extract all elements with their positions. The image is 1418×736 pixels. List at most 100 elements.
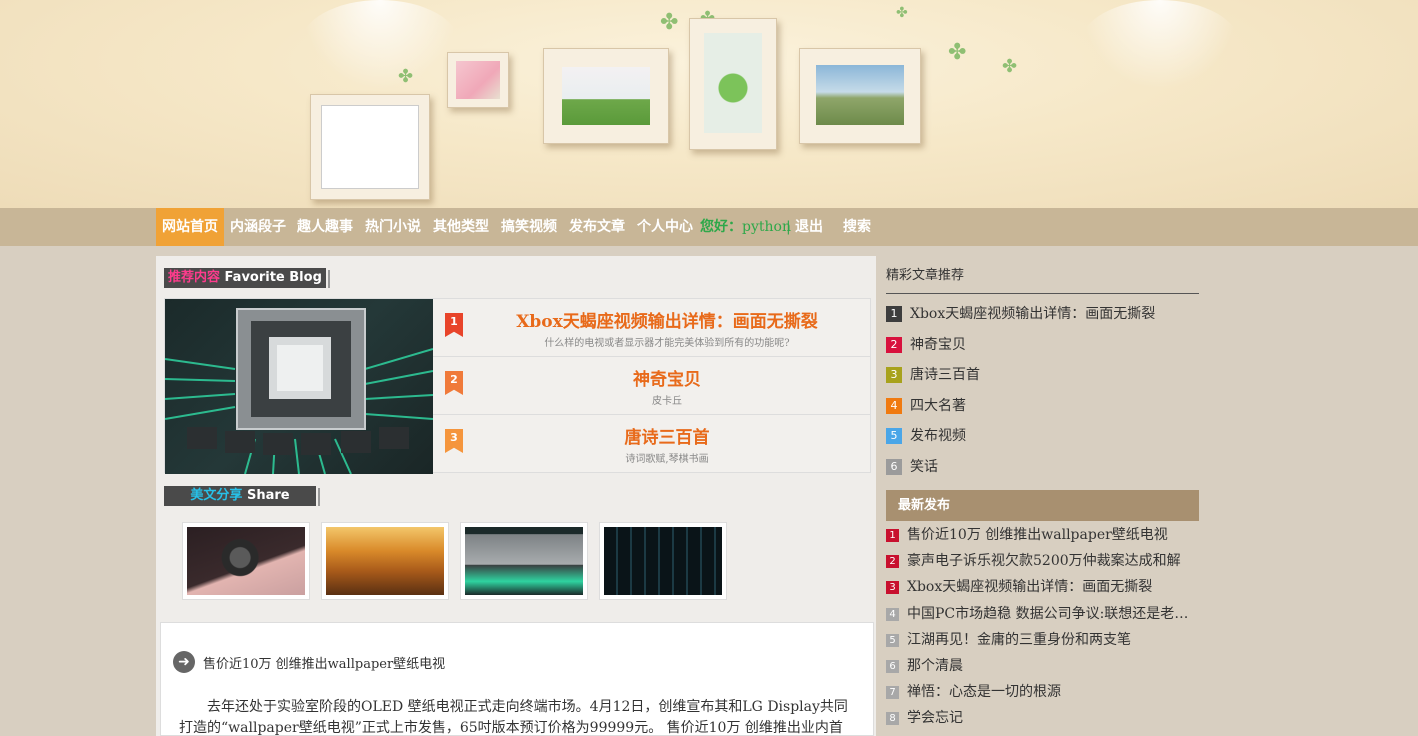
main-nav: 网站首页 内涵段子 趣人趣事 热门小说 其他类型 搞笑视频 发布文章 个人中心 … [0, 208, 1418, 246]
hot-article-item[interactable]: 6 笑话 [886, 456, 1206, 476]
header-banner: ✤ ✤ ✤ ✤ ✤ ✤ [0, 0, 1418, 208]
favorite-list: 1 Xbox天蝎座视频输出详情：画面无撕裂 什么样的电视或者显示器才能完美体验到… [433, 299, 871, 474]
lamp-glow-right [1080, 0, 1240, 90]
rank-number: 6 [886, 660, 899, 673]
nav-neihan[interactable]: 内涵段子 [230, 208, 286, 246]
greeting-label: 您好： [700, 219, 742, 235]
hot-article-title[interactable]: 神奇宝贝 [910, 337, 966, 353]
favorite-item-title[interactable]: 神奇宝贝 [463, 365, 871, 390]
rank-number: 4 [886, 397, 902, 414]
latest-article-title[interactable]: Xbox天蝎座视频输出详情：画面无撕裂 [907, 579, 1152, 595]
hot-article-item[interactable]: 5 发布视频 [886, 425, 1206, 445]
nav-profile[interactable]: 个人中心 [637, 208, 693, 246]
share-title-cn: 美文分享 [190, 488, 243, 503]
share-title-en: Share [246, 488, 290, 503]
nav-publish[interactable]: 发布文章 [569, 208, 625, 246]
search-link[interactable]: 搜索 [843, 208, 871, 246]
favorite-title-cn: 推荐内容 [168, 270, 221, 285]
clover-decoration: ✤ [1002, 56, 1018, 77]
nav-quren[interactable]: 趣人趣事 [297, 208, 353, 246]
latest-article-item[interactable]: 8 学会忘记 [886, 707, 1199, 727]
share-thumbnail[interactable] [182, 522, 310, 600]
username: python [742, 219, 791, 235]
lamp-glow-left [300, 0, 460, 90]
share-thumbnail[interactable] [460, 522, 588, 600]
latest-article-item[interactable]: 7 禅悟：心态是一切的根源 [886, 681, 1199, 701]
favorite-section-title: 推荐内容 Favorite Blog [164, 268, 330, 288]
nav-novel[interactable]: 热门小说 [365, 208, 421, 246]
hot-article-title[interactable]: 笑话 [910, 459, 938, 475]
featured-image[interactable] [165, 299, 433, 474]
rank-number: 3 [886, 367, 902, 384]
picture-frame [310, 94, 430, 200]
share-section-title: 美文分享 Share [164, 486, 320, 506]
picture-frame [447, 52, 509, 108]
clover-decoration: ✤ [896, 5, 908, 21]
nav-separator: | [786, 219, 791, 235]
hot-article-title[interactable]: 四大名著 [910, 398, 966, 414]
rank-number: 2 [886, 555, 899, 569]
latest-article-item[interactable]: 1 售价近10万 创维推出wallpaper壁纸电视 [886, 524, 1199, 544]
article-body: 去年还处于实验室阶段的OLED 壁纸电视正式走向终端市场。4月12日，创维宣布其… [179, 699, 848, 736]
hot-article-title[interactable]: 唐诗三百首 [910, 367, 980, 383]
clover-decoration: ✤ [398, 66, 414, 87]
latest-article-title[interactable]: 禅悟：心态是一切的根源 [907, 684, 1061, 700]
hot-article-item[interactable]: 1 Xbox天蝎座视频输出详情：画面无撕裂 [886, 303, 1206, 323]
rank-number: 4 [886, 607, 899, 621]
arrow-right-icon[interactable]: ➜ [173, 651, 195, 673]
favorite-item-subtitle: 什么样的电视或者显示器才能完美体验到所有的功能呢? [544, 338, 790, 349]
latest-article-item[interactable]: 3 Xbox天蝎座视频输出详情：画面无撕裂 [886, 576, 1199, 596]
favorite-item[interactable]: 3 唐诗三百首 诗词歌赋,琴棋书画 [433, 415, 871, 473]
favorite-item[interactable]: 2 神奇宝贝 皮卡丘 [433, 357, 871, 415]
hot-articles-title: 精彩文章推荐 [886, 264, 1199, 294]
sidebar: 精彩文章推荐 1 Xbox天蝎座视频输出详情：画面无撕裂 2 神奇宝贝 3 唐诗三百首 4 四… [876, 246, 1418, 736]
latest-title: 最新发布 [886, 490, 1199, 521]
latest-article-title[interactable]: 学会忘记 [907, 710, 963, 726]
nav-other[interactable]: 其他类型 [433, 208, 489, 246]
rank-number: 5 [886, 633, 899, 647]
nav-home[interactable]: 网站首页 [156, 208, 224, 246]
share-thumbnail[interactable] [599, 522, 727, 600]
hot-article-item[interactable]: 3 唐诗三百首 [886, 364, 1206, 384]
nav-video[interactable]: 搞笑视频 [501, 208, 557, 246]
rank-number: 6 [886, 459, 902, 475]
main-content: 推荐内容 Favorite Blog 1 Xbox天蝎座视频输出详情：画面无撕裂… [156, 256, 876, 736]
favorite-item-title[interactable]: 唐诗三百首 [463, 423, 871, 448]
clover-decoration: ✤ [660, 10, 679, 35]
latest-article-title[interactable]: 售价近10万 创维推出wallpaper壁纸电视 [907, 527, 1168, 543]
latest-article-item[interactable]: 6 那个清晨 [886, 655, 1199, 675]
article-preview: ➜ 售价近10万 创维推出wallpaper壁纸电视 去年还处于实验室阶段的OL… [160, 622, 874, 736]
hot-article-title[interactable]: Xbox天蝎座视频输出详情：画面无撕裂 [910, 306, 1155, 322]
picture-frame [799, 48, 921, 144]
share-thumbnail[interactable] [321, 522, 449, 600]
logout-link[interactable]: 退出 [795, 208, 823, 246]
latest-article-item[interactable]: 2 豪声电子诉乐视欠款5200万仲裁案达成和解 [886, 550, 1199, 570]
latest-article-title[interactable]: 中国PC市场趋稳 数据公司争议:联想还是老大… [907, 606, 1199, 622]
latest-article-item[interactable]: 5 江湖再见！金庸的三重身份和两支笔 [886, 629, 1199, 649]
picture-frame [689, 18, 777, 150]
picture-frame [543, 48, 669, 144]
rank-number: 5 [886, 428, 902, 445]
favorite-item-subtitle: 诗词歌赋,琴棋书画 [625, 454, 709, 465]
latest-article-item[interactable]: 4 中国PC市场趋稳 数据公司争议:联想还是老大… [886, 603, 1199, 623]
latest-article-title[interactable]: 豪声电子诉乐视欠款5200万仲裁案达成和解 [907, 553, 1181, 569]
rank-number: 3 [886, 581, 899, 595]
favorite-item-title[interactable]: Xbox天蝎座视频输出详情：画面无撕裂 [463, 307, 871, 332]
favorite-item-subtitle: 皮卡丘 [652, 396, 682, 407]
share-gallery [182, 522, 742, 600]
favorite-item[interactable]: 1 Xbox天蝎座视频输出详情：画面无撕裂 什么样的电视或者显示器才能完美体验到… [433, 299, 871, 357]
clover-decoration: ✤ [948, 40, 967, 65]
latest-article-title[interactable]: 那个清晨 [907, 658, 963, 674]
favorite-title-en: Favorite Blog [224, 270, 322, 285]
rank-ribbon: 2 [445, 371, 463, 395]
rank-number: 8 [886, 712, 899, 726]
rank-number: 2 [886, 336, 902, 353]
hot-article-title[interactable]: 发布视频 [910, 428, 966, 444]
article-title[interactable]: 售价近10万 创维推出wallpaper壁纸电视 [203, 653, 445, 672]
chip-illustration [165, 308, 433, 474]
hot-article-item[interactable]: 4 四大名著 [886, 395, 1206, 415]
rank-ribbon: 3 [445, 429, 463, 453]
rank-number: 7 [886, 686, 899, 700]
hot-article-item[interactable]: 2 神奇宝贝 [886, 334, 1206, 354]
latest-article-title[interactable]: 江湖再见！金庸的三重身份和两支笔 [907, 632, 1131, 648]
